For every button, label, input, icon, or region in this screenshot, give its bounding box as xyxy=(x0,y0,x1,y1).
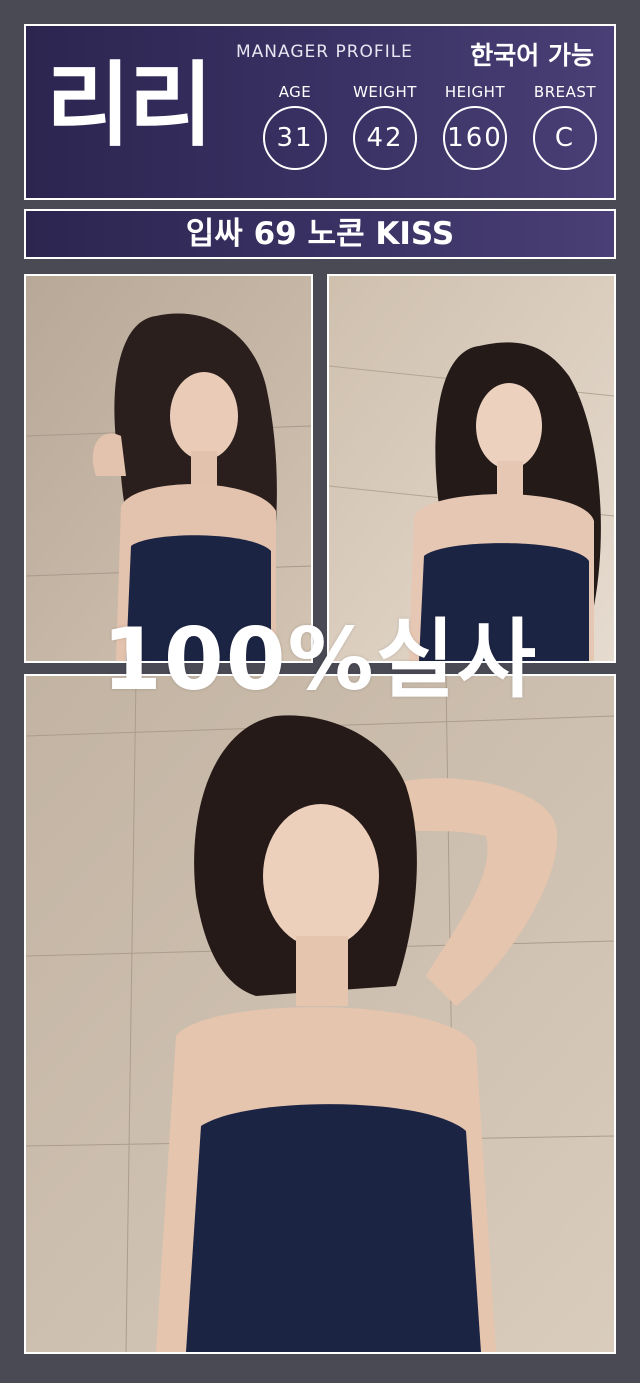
stat-value: 31 xyxy=(263,106,327,170)
profile-photo-3 xyxy=(24,674,616,1354)
manager-name: 리리 xyxy=(46,52,213,159)
stat-weight: WEIGHT 42 xyxy=(345,82,425,170)
profile-header: 리리 MANAGER PROFILE 한국어 가능 AGE 31 WEIGHT … xyxy=(24,24,616,200)
stat-value: C xyxy=(533,106,597,170)
stat-age: AGE 31 xyxy=(255,82,335,170)
stat-label: WEIGHT xyxy=(353,83,417,101)
photo-woman-portrait-icon xyxy=(26,676,614,1352)
stat-label: AGE xyxy=(278,83,312,101)
section-label: MANAGER PROFILE xyxy=(236,42,413,62)
stat-breast: BREAST C xyxy=(525,82,605,170)
stat-label: BREAST xyxy=(533,83,597,101)
language-note: 한국어 가능 xyxy=(470,41,594,70)
service-tagline: 입싸 69 노콘 KISS xyxy=(24,209,616,259)
stat-label: HEIGHT xyxy=(444,83,506,101)
authenticity-overlay-text: 100%실사 xyxy=(102,610,538,710)
stat-height: HEIGHT 160 xyxy=(435,82,515,170)
stat-value: 160 xyxy=(443,106,507,170)
stat-value: 42 xyxy=(353,106,417,170)
